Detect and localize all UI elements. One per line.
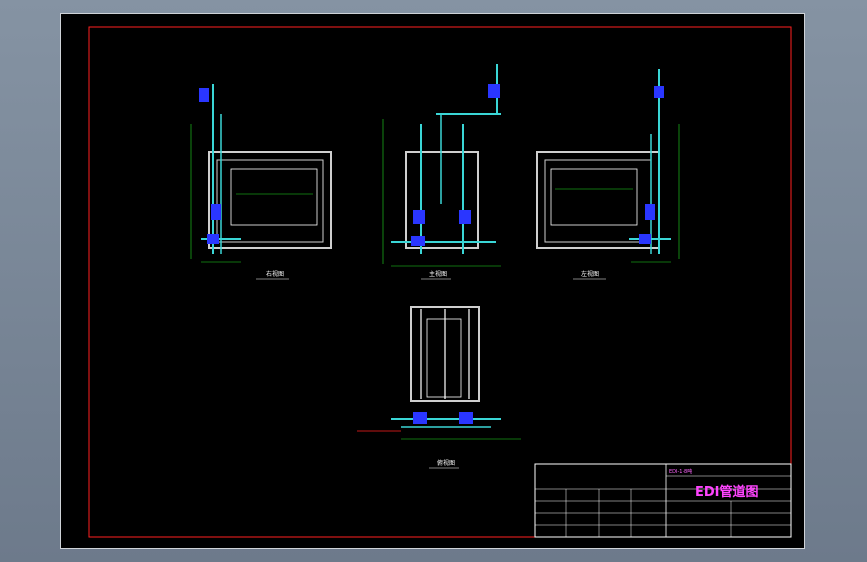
drawing-subtitle: EDI-1·8吨 — [669, 468, 692, 475]
title-block[interactable]: EDI-1·8吨 EDI管道图 — [534, 463, 792, 538]
top-view-label: 俯视图 — [437, 459, 455, 467]
front-view-valve-top — [488, 84, 500, 98]
drawing-canvas[interactable]: 右视图 主视图 左视图 俯视图 EDI-1·8吨 EDI管道图 — [61, 14, 806, 550]
right-view-frame-inner — [216, 159, 324, 243]
front-view-valve-right — [459, 210, 471, 224]
right-view-valve-top — [199, 88, 209, 102]
left-view-label: 左视图 — [581, 270, 599, 278]
right-view-module — [230, 168, 318, 226]
title-block-frame — [534, 463, 792, 538]
right-view-label: 右视图 — [266, 270, 284, 278]
left-view[interactable]: 左视图 — [536, 69, 680, 280]
left-view-frame-inner — [544, 159, 652, 243]
top-view[interactable]: 俯视图 — [357, 306, 521, 469]
left-view-frame-outer — [536, 151, 660, 249]
cad-viewport[interactable]: 右视图 主视图 左视图 俯视图 EDI-1·8吨 EDI管道图 — [0, 0, 867, 562]
front-view-valve-bottom — [411, 236, 425, 246]
front-view-frame — [405, 151, 479, 249]
front-view-valve-left — [413, 210, 425, 224]
right-view[interactable]: 右视图 — [190, 84, 332, 280]
right-view-valve-low — [207, 234, 219, 244]
top-view-valve-right — [459, 412, 473, 424]
front-view-label: 主视图 — [429, 270, 447, 278]
right-view-frame-outer — [208, 151, 332, 249]
left-view-valve-low — [639, 234, 651, 244]
top-view-module — [426, 318, 462, 398]
top-view-valve-left — [413, 412, 427, 424]
left-view-valve-top — [654, 86, 664, 98]
left-view-module — [550, 168, 638, 226]
front-view[interactable]: 主视图 — [382, 64, 501, 280]
left-view-valve-mid — [645, 204, 655, 220]
drawing-title: EDI管道图 — [695, 484, 759, 500]
drawing-sheet[interactable]: 右视图 主视图 左视图 俯视图 EDI-1·8吨 EDI管道图 — [60, 13, 805, 549]
right-view-valve-mid — [211, 204, 221, 220]
